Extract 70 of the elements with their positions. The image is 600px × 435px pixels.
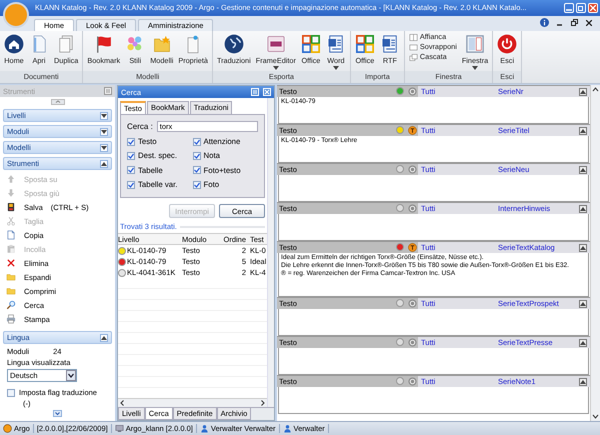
- monitor-icon: [114, 424, 124, 433]
- user-icon: [200, 424, 209, 433]
- arrow-icon: [580, 302, 586, 306]
- collapse-handle[interactable]: [50, 98, 64, 104]
- delete-icon: [6, 258, 16, 268]
- down-arrow-icon: [6, 188, 16, 198]
- scrollbar[interactable]: [267, 98, 274, 407]
- scroll-down-button[interactable]: [53, 410, 62, 417]
- restore-icon[interactable]: [571, 19, 578, 26]
- collapse-button[interactable]: [579, 378, 587, 386]
- search-icon: [6, 300, 16, 310]
- scroll-up-button[interactable]: [591, 85, 600, 94]
- arrow-icon: [101, 114, 107, 118]
- arrow-icon: [101, 162, 107, 166]
- checkbox[interactable]: [7, 388, 15, 396]
- copy-icon: [6, 230, 16, 240]
- folder-star-icon: [152, 34, 172, 54]
- restore-button[interactable]: [576, 3, 586, 13]
- collapse-button[interactable]: [579, 338, 587, 346]
- arrow-icon: [580, 128, 586, 132]
- split-window-icon: [408, 33, 418, 42]
- arrow-icon: [580, 340, 586, 344]
- collapse-button[interactable]: [579, 244, 587, 252]
- checkbox[interactable]: [192, 166, 200, 174]
- arrow-icon: [101, 336, 107, 340]
- scroll-left-button[interactable]: [118, 399, 126, 407]
- squares-icon: [354, 34, 375, 54]
- checkbox[interactable]: [192, 138, 200, 146]
- arrow-icon: [101, 146, 107, 150]
- up-arrow-icon: [6, 174, 16, 184]
- collapse-button[interactable]: [579, 300, 587, 308]
- user-icon: [282, 424, 292, 433]
- minimize-button[interactable]: [564, 3, 574, 13]
- arrow-icon: [580, 168, 586, 172]
- scroll-right-button[interactable]: [259, 399, 267, 407]
- dropdown-icon[interactable]: [66, 370, 76, 381]
- collapse-button[interactable]: [579, 88, 587, 96]
- printer-icon: [6, 314, 16, 324]
- close-icon: [590, 5, 596, 11]
- clipboard-icon: [6, 244, 16, 254]
- home-icon: [4, 34, 24, 54]
- collapse-button[interactable]: [579, 204, 587, 212]
- arrow-icon: [580, 246, 586, 250]
- checkbox[interactable]: [127, 138, 135, 146]
- restore-icon: [578, 5, 584, 11]
- close-icon[interactable]: [586, 20, 592, 26]
- checkbox[interactable]: [192, 152, 200, 160]
- checkbox[interactable]: [127, 180, 135, 189]
- arrow-icon: [101, 130, 107, 134]
- window-icon: [408, 43, 418, 52]
- app-logo-icon: [3, 424, 12, 433]
- power-icon: [497, 34, 518, 54]
- arrow-icon: [580, 206, 586, 210]
- info-icon[interactable]: [540, 18, 549, 27]
- scissors-icon: [6, 216, 16, 226]
- arrow-icon: [580, 90, 586, 94]
- collapse-button[interactable]: [579, 166, 587, 174]
- window-panes-icon: [465, 34, 485, 54]
- checkbox[interactable]: [127, 152, 135, 160]
- scroll-down-button[interactable]: [591, 412, 600, 421]
- stacked-windows-icon: [408, 53, 418, 62]
- arrow-icon: [580, 380, 586, 384]
- checkbox[interactable]: [127, 166, 135, 174]
- tile-icon: [266, 34, 286, 54]
- squares-icon: [300, 34, 321, 54]
- close-button[interactable]: [588, 3, 598, 13]
- globe-icon: [224, 34, 244, 54]
- checkbox[interactable]: [192, 180, 200, 189]
- field-label: Cerca :: [127, 122, 153, 132]
- collapse-button[interactable]: [579, 126, 587, 134]
